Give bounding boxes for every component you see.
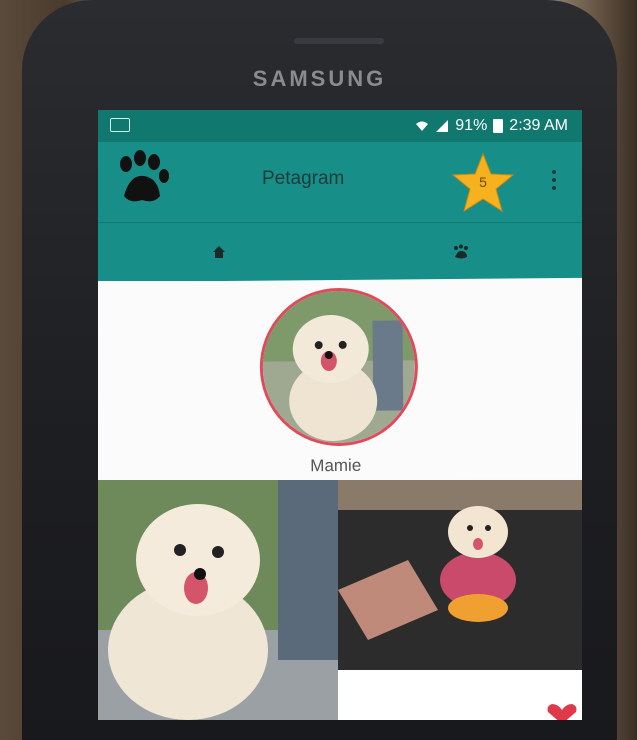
speaker-grille: [294, 38, 384, 44]
overflow-menu-icon[interactable]: [552, 170, 558, 194]
device-brand: SAMSUNG: [252, 66, 387, 91]
home-icon: [213, 246, 225, 258]
paw-icon: [454, 244, 468, 259]
battery-percent: 91%: [455, 117, 488, 134]
profile-header: Mamie: [98, 277, 582, 483]
profile-name: Mamie: [310, 455, 362, 476]
clock: 2:39 AM: [509, 117, 568, 134]
wifi-icon: [416, 121, 429, 131]
dog-avatar-photo: [262, 290, 416, 444]
tab-home[interactable]: [98, 223, 340, 281]
status-indicators: 91% 2:39 AM: [415, 117, 568, 135]
app-bar: Petagram 5: [98, 142, 582, 222]
photo-grid: [98, 480, 582, 720]
avatar[interactable]: [259, 287, 419, 447]
phone-frame: SAMSUNG 91% 2:39 AM Petagram 5 Mamie: [22, 0, 617, 740]
like-heart-icon[interactable]: [546, 704, 578, 720]
tab-bar: [98, 222, 582, 281]
battery-icon: [493, 119, 504, 133]
grid-photo-1[interactable]: [98, 480, 338, 720]
status-bar: 91% 2:39 AM: [98, 110, 582, 142]
tab-profile[interactable]: [340, 223, 582, 281]
favorites-count: 5: [479, 174, 487, 190]
dog-photo-1: [98, 480, 338, 720]
photo-2-footer: [338, 670, 582, 720]
signal-icon: [436, 120, 449, 132]
notification-icon: [110, 118, 130, 132]
dog-photo-2: [338, 480, 582, 670]
app-title: Petagram: [262, 168, 345, 189]
paw-logo-icon: [120, 150, 169, 202]
screen: 91% 2:39 AM Petagram 5 Mamie: [98, 110, 582, 720]
grid-photo-2[interactable]: [338, 480, 582, 670]
